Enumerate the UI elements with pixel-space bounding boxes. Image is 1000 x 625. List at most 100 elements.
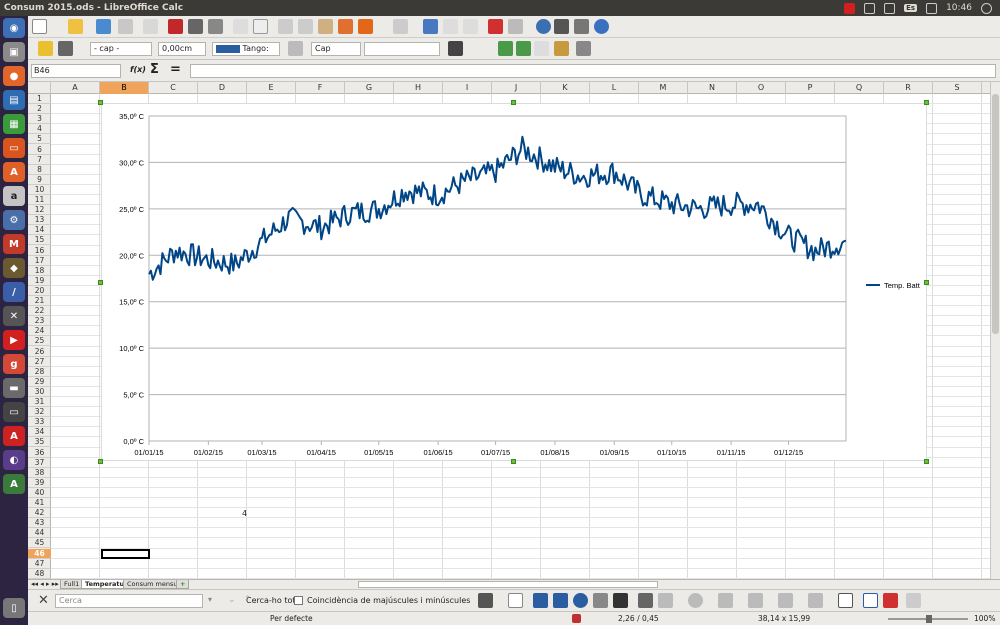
formula-button[interactable]: = [170,62,181,77]
amazon-icon[interactable]: a [3,186,25,206]
callout-tool-icon[interactable] [638,593,653,608]
row-header-12[interactable]: 12 [28,205,51,216]
row-header-21[interactable]: 21 [28,296,51,306]
freeform-tool-icon[interactable] [593,593,608,608]
dash-home-icon[interactable]: ◉ [3,18,25,38]
sum-button[interactable]: Σ [150,62,159,77]
basic-shapes-icon[interactable] [658,593,673,608]
column-header-f[interactable]: F [296,82,345,94]
insert-image-icon[interactable] [883,593,898,608]
pdf-icon[interactable] [168,19,183,34]
row-header-27[interactable]: 27 [28,357,51,367]
row-header-22[interactable]: 22 [28,306,51,317]
google-plus-icon[interactable]: g [3,354,25,374]
tab-nav-arrows[interactable]: ◂◂ ◂ ▸ ▸▸ [31,580,59,588]
save-icon[interactable] [96,19,111,34]
points-icon[interactable] [838,593,853,608]
column-header-j[interactable]: J [492,82,541,94]
insert-chart-icon[interactable] [488,19,503,34]
column-header-q[interactable]: Q [835,82,884,94]
row-header-19[interactable]: 19 [28,276,51,286]
row-header-10[interactable]: 10 [28,185,51,195]
row-header-13[interactable]: 13 [28,215,51,226]
row-header-5[interactable]: 5 [28,134,51,145]
column-header-n[interactable]: N [688,82,737,94]
drive-icon[interactable]: ▬ [3,378,25,398]
undo-icon[interactable] [358,19,373,34]
fontwork-icon[interactable] [863,593,878,608]
open-folder-icon[interactable] [68,19,83,34]
area-style-icon[interactable] [288,41,303,56]
document-icon[interactable]: / [3,282,25,302]
data-sources-icon[interactable] [574,19,589,34]
row-header-36[interactable]: 36 [28,448,51,458]
line-style-select[interactable]: - cap - [90,42,152,56]
row-header-44[interactable]: 44 [28,528,51,539]
row-header-15[interactable]: 15 [28,235,51,246]
arrow-style-icon[interactable] [58,41,73,56]
row-header-30[interactable]: 30 [28,387,51,397]
cell-d42[interactable]: 4 [242,509,247,518]
find-previous-icon[interactable]: ⌄ [228,595,236,605]
align-icon[interactable] [576,41,591,56]
settings-icon[interactable]: ⚙ [3,210,25,230]
chart-handle-bc[interactable] [511,459,516,464]
battery-icon[interactable] [884,2,896,14]
impress-icon[interactable]: ▭ [3,138,25,158]
app-green-icon[interactable]: A [3,474,25,494]
print-preview-icon[interactable] [208,19,223,34]
row-header-9[interactable]: 9 [28,175,51,185]
close-findbar-icon[interactable]: ✕ [38,593,49,608]
vertical-scrollbar[interactable] [990,82,1000,579]
row-header-38[interactable]: 38 [28,468,51,478]
anchor-icon[interactable] [448,41,463,56]
row-header-8[interactable]: 8 [28,165,51,175]
chart-handle-mr[interactable] [924,280,929,285]
software-center-icon[interactable]: A [3,162,25,182]
chart-handle-bl[interactable] [98,459,103,464]
chart-handle-br[interactable] [924,459,929,464]
row-header-29[interactable]: 29 [28,377,51,387]
trash-icon[interactable]: ▯ [3,598,25,618]
search-input[interactable]: Cerca [55,594,203,608]
column-header-h[interactable]: H [394,82,443,94]
anchor-bulb-icon[interactable] [38,41,53,56]
row-header-25[interactable]: 25 [28,336,51,347]
row-header-6[interactable]: 6 [28,145,51,155]
column-header-g[interactable]: G [345,82,394,94]
row-header-48[interactable]: 48 [28,569,51,579]
row-header-17[interactable]: 17 [28,256,51,266]
callouts-icon[interactable] [778,593,793,608]
column-header-l[interactable]: L [590,82,639,94]
send-back-icon[interactable] [516,41,531,56]
row-header-40[interactable]: 40 [28,488,51,498]
flowchart-icon[interactable] [748,593,763,608]
row-header-37[interactable]: 37 [28,458,51,468]
gallery-icon[interactable] [554,19,569,34]
row-header-47[interactable]: 47 [28,559,51,569]
help-icon[interactable] [594,19,609,34]
find-replace-icon[interactable] [478,593,493,608]
tools-icon[interactable]: ✕ [3,306,25,326]
calc-icon[interactable]: ▦ [3,114,25,134]
select-all-corner[interactable] [28,82,51,94]
column-header-c[interactable]: C [149,82,198,94]
column-header-i[interactable]: I [443,82,492,94]
text-tool-icon[interactable] [613,593,628,608]
clone-format-icon[interactable] [338,19,353,34]
pivot-table-icon[interactable] [508,19,523,34]
active-cell-cursor[interactable] [101,549,150,559]
paste-icon[interactable] [318,19,333,34]
symbol-shapes-icon[interactable] [688,593,703,608]
app-a-icon[interactable]: A [3,426,25,446]
ellipse-tool-icon[interactable] [573,593,588,608]
firefox-icon[interactable]: ● [3,66,25,86]
chart-handle-tl[interactable] [98,100,103,105]
row-header-4[interactable]: 4 [28,124,51,135]
row-header-33[interactable]: 33 [28,417,51,428]
writer-icon[interactable]: ▤ [3,90,25,110]
horizontal-scrollbar[interactable] [358,581,658,588]
youtube-icon[interactable]: ▶ [3,330,25,350]
row-header-7[interactable]: 7 [28,155,51,165]
row-header-34[interactable]: 34 [28,427,51,438]
